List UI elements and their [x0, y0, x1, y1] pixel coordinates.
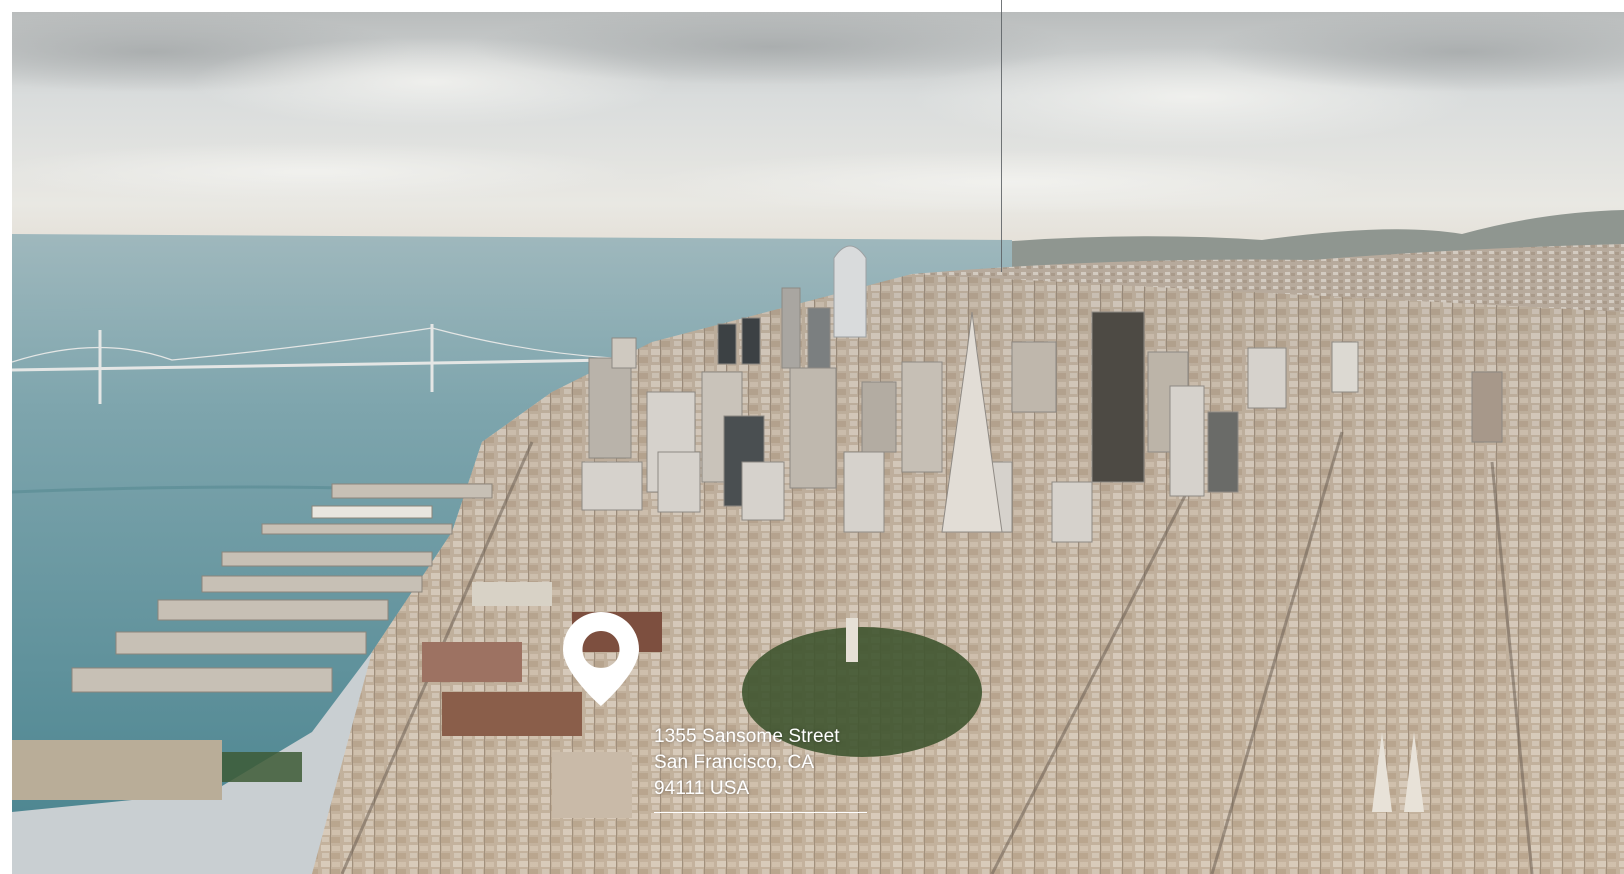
- address-city: San Francisco, CA: [654, 752, 815, 773]
- location-hero: 1355 Sansome Street San Francisco, CA 94…: [0, 0, 1624, 874]
- address-postal: 94111 USA: [654, 778, 750, 799]
- address-underline: [654, 812, 867, 813]
- office-address: 1355 Sansome Street San Francisco, CA 94…: [654, 724, 869, 813]
- vertical-divider-line: [1001, 0, 1002, 272]
- location-pin-icon[interactable]: [560, 610, 642, 708]
- address-street: 1355 Sansome Street: [654, 726, 840, 747]
